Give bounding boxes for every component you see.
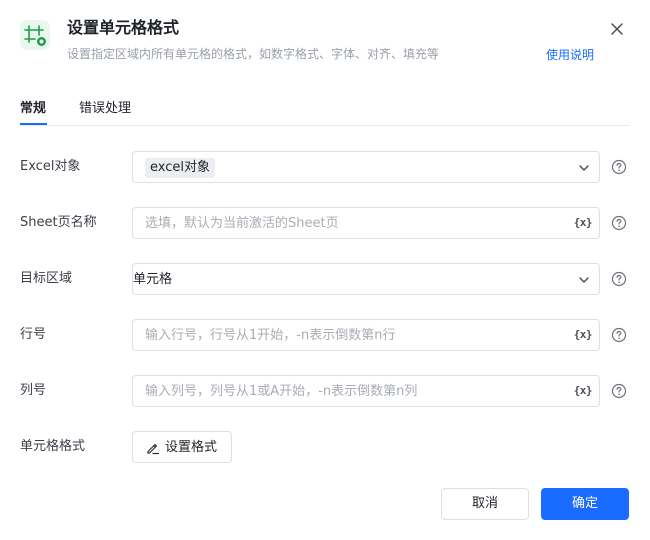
excel-object-select[interactable]: excel对象: [132, 151, 600, 183]
edit-icon: [147, 443, 160, 455]
column-number-placeholder: 输入列号，列号从1或A开始，-n表示倒数第n列: [145, 384, 418, 399]
target-area-value: 单元格: [133, 272, 173, 287]
dialog-title: 设置单元格格式: [67, 18, 180, 37]
sheet-name-label: Sheet页名称: [20, 215, 97, 230]
row-column-number: 列号 输入列号，列号从1或A开始，-n表示倒数第n列 {x}: [0, 375, 650, 407]
target-area-select[interactable]: 单元格: [132, 263, 600, 295]
row-excel-object: Excel对象 excel对象: [0, 151, 650, 183]
cell-format-label: 单元格格式: [20, 439, 86, 454]
table-grid-icon: [20, 20, 50, 50]
confirm-button[interactable]: 确定: [541, 488, 629, 520]
help-link[interactable]: 使用说明: [546, 46, 594, 64]
help-circle-icon[interactable]: [611, 215, 627, 231]
help-circle-icon[interactable]: [611, 159, 627, 175]
set-format-button[interactable]: 设置格式: [132, 431, 232, 463]
variable-icon[interactable]: {x}: [574, 328, 593, 342]
help-circle-icon[interactable]: [611, 383, 627, 399]
excel-object-value: excel对象: [145, 158, 215, 178]
row-number-placeholder: 输入行号，行号从1开始，-n表示倒数第n行: [145, 328, 396, 343]
chevron-down-icon: [579, 165, 589, 171]
close-icon[interactable]: [608, 20, 626, 38]
help-circle-icon[interactable]: [611, 327, 627, 343]
set-format-label: 设置格式: [165, 440, 218, 455]
tab-error-handling[interactable]: 错误处理: [79, 100, 131, 118]
variable-icon[interactable]: {x}: [574, 216, 593, 230]
variable-icon[interactable]: {x}: [574, 384, 593, 398]
row-sheet-name: Sheet页名称 选填，默认为当前激活的Sheet页 {x}: [0, 207, 650, 239]
row-number-input[interactable]: 输入行号，行号从1开始，-n表示倒数第n行 {x}: [132, 319, 600, 351]
active-tab-indicator: [20, 123, 47, 125]
help-circle-icon[interactable]: [611, 271, 627, 287]
tab-bar: 常规 错误处理: [20, 96, 630, 126]
dialog-subtitle: 设置指定区域内所有单元格的格式，如数字格式、字体、对齐、填充等: [67, 47, 440, 61]
row-cell-format: 单元格格式 设置格式: [0, 431, 650, 463]
sheet-name-placeholder: 选填，默认为当前激活的Sheet页: [145, 216, 339, 231]
tab-general[interactable]: 常规: [20, 100, 46, 118]
cancel-button[interactable]: 取消: [441, 488, 529, 520]
sheet-name-input[interactable]: 选填，默认为当前激活的Sheet页 {x}: [132, 207, 600, 239]
dialog-header: 设置单元格格式 设置指定区域内所有单元格的格式，如数字格式、字体、对齐、填充等 …: [0, 0, 650, 80]
row-number-label: 行号: [20, 327, 47, 342]
column-number-input[interactable]: 输入列号，列号从1或A开始，-n表示倒数第n列 {x}: [132, 375, 600, 407]
column-number-label: 列号: [20, 383, 47, 398]
row-row-number: 行号 输入行号，行号从1开始，-n表示倒数第n行 {x}: [0, 319, 650, 351]
row-target-area: 目标区域 单元格: [0, 263, 650, 295]
excel-object-label: Excel对象: [20, 159, 81, 174]
target-area-label: 目标区域: [20, 271, 73, 286]
chevron-down-icon: [579, 277, 589, 283]
